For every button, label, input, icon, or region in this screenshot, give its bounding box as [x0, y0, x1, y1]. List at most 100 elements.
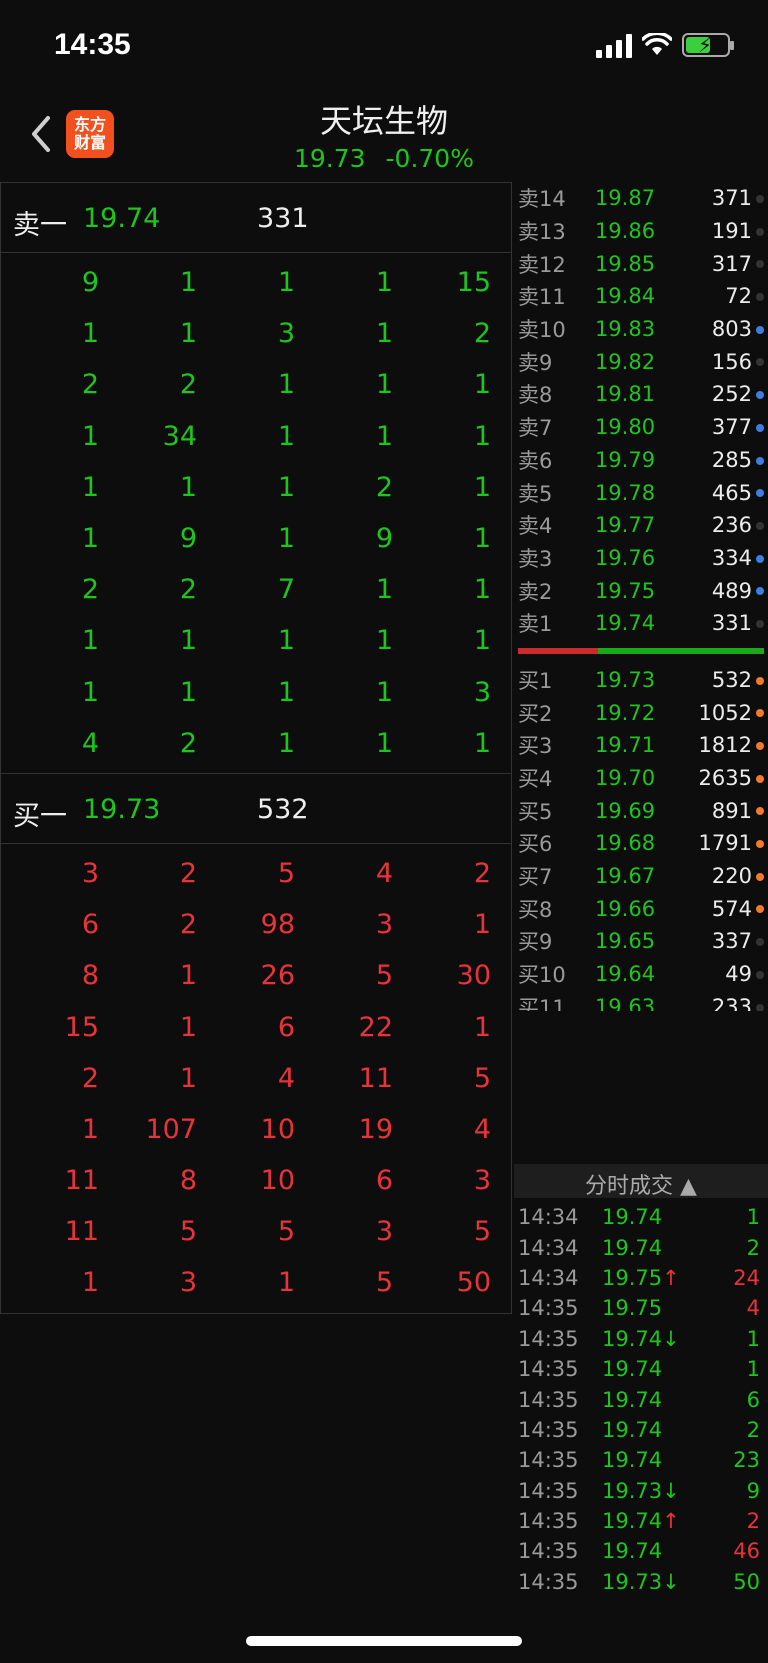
- queue-cell: 1: [375, 318, 393, 350]
- book-level-row[interactable]: 买1 19.73 532: [514, 664, 768, 697]
- queue-cell: 1: [375, 625, 393, 657]
- trade-row: 14:35 19.73↓ 9: [514, 1476, 768, 1506]
- book-level-price: 19.78: [594, 480, 656, 505]
- trade-row: 14:34 19.74 2: [514, 1232, 768, 1262]
- book-level-price: 19.80: [594, 415, 656, 440]
- queue-cell: 2: [473, 857, 491, 889]
- trade-price: 19.74: [602, 1357, 663, 1382]
- trade-price: 19.74: [602, 1387, 663, 1412]
- book-level-row[interactable]: 卖13 19.86 191: [514, 215, 768, 248]
- book-level-volume: 337: [711, 929, 752, 954]
- queue-cell: 3: [179, 1267, 197, 1299]
- ask-queue-grid: 9 1 1 1 15 1 1 3 1 2 2 2 1 1 1 1 34 1 1 1 1 1 1 2 1 1 9 1 9 1 2 2 7 1 1 1 1 1…: [0, 253, 512, 774]
- book-level-row[interactable]: 卖11 19.84 72: [514, 280, 768, 313]
- queue-dot-icon: [756, 840, 764, 849]
- book-level-row[interactable]: 卖14 19.87 371: [514, 182, 768, 215]
- book-level-row[interactable]: 买11 19.63 233: [514, 991, 768, 1011]
- book-level-row[interactable]: 买4 19.70 2635: [514, 762, 768, 795]
- battery-icon: ⚡: [682, 33, 734, 57]
- trade-price: 19.74: [602, 1539, 663, 1564]
- queue-cell: 2: [179, 574, 197, 606]
- book-level-row[interactable]: 卖9 19.82 156: [514, 345, 768, 378]
- book-level-label: 买5: [518, 799, 553, 824]
- queue-cell: 10: [260, 1165, 295, 1197]
- queue-row: 1 1 1 2 1: [1, 462, 511, 513]
- book-level-row[interactable]: 卖6 19.79 285: [514, 444, 768, 477]
- queue-cell: 1: [81, 420, 99, 452]
- queue-dot-icon: [756, 709, 764, 718]
- queue-cell: 4: [473, 1113, 491, 1145]
- book-level-label: 卖6: [518, 448, 553, 473]
- book-level-price: 19.86: [594, 219, 656, 244]
- queue-cell: 2: [473, 318, 491, 350]
- trade-time: 14:35: [518, 1296, 579, 1321]
- book-level-row[interactable]: 买9 19.65 337: [514, 925, 768, 958]
- queue-cell: 1: [81, 471, 99, 503]
- queue-cell: 3: [375, 1216, 393, 1248]
- book-level-label: 买11: [518, 995, 566, 1011]
- time-sales-header[interactable]: 分时成交 ▲: [514, 1164, 768, 1199]
- book-level-row[interactable]: 卖7 19.80 377: [514, 411, 768, 444]
- book-level-row[interactable]: 卖1 19.74 331: [514, 607, 768, 640]
- book-level-row[interactable]: 买5 19.69 891: [514, 794, 768, 827]
- trade-row: 14:35 19.75 4: [514, 1293, 768, 1323]
- trade-price: 19.74: [602, 1205, 663, 1230]
- trade-volume: 1: [746, 1205, 760, 1230]
- queue-cell: 1: [277, 1267, 295, 1299]
- queue-cell: 2: [179, 727, 197, 759]
- book-level-row[interactable]: 买6 19.68 1791: [514, 827, 768, 860]
- queue-row: 3 2 5 4 2: [1, 848, 511, 899]
- book-level-volume: 377: [711, 415, 752, 440]
- stock-change: -0.70%: [385, 144, 474, 173]
- trade-row: 14:35 19.74 2: [514, 1415, 768, 1445]
- book-level-label: 买1: [518, 668, 553, 693]
- book-level-row[interactable]: 卖4 19.77 236: [514, 509, 768, 542]
- trade-volume: 6: [746, 1387, 760, 1412]
- book-level-volume: 803: [711, 317, 752, 342]
- book-level-label: 卖1: [518, 612, 553, 637]
- book-level-price: 19.66: [594, 896, 656, 921]
- book-level-price: 19.65: [594, 929, 656, 954]
- time-sales-list: 14:34 19.74 1 14:34 19.74 2 14:34 19.75↑ 24 14:35…: [514, 1202, 768, 1597]
- book-level-volume: 1791: [698, 831, 752, 856]
- best-bid-row[interactable]: 买一 19.73 532: [0, 773, 512, 844]
- book-level-label: 买9: [518, 930, 553, 955]
- queue-cell: 8: [81, 960, 99, 992]
- queue-cell: 1: [473, 909, 491, 941]
- book-level-row[interactable]: 卖8 19.81 252: [514, 378, 768, 411]
- book-level-row[interactable]: 卖2 19.75 489: [514, 574, 768, 607]
- queue-dot-icon: [756, 489, 764, 498]
- best-ask-row[interactable]: 卖一 19.74 331: [0, 183, 512, 253]
- queue-cell: 4: [375, 857, 393, 889]
- book-level-row[interactable]: 买8 19.66 574: [514, 892, 768, 925]
- queue-cell: 2: [81, 369, 99, 401]
- queue-dot-icon: [756, 554, 764, 563]
- queue-dot-icon: [756, 456, 764, 465]
- book-level-row[interactable]: 买2 19.72 1052: [514, 696, 768, 729]
- book-level-row[interactable]: 买3 19.71 1812: [514, 729, 768, 762]
- trade-volume: 1: [746, 1357, 760, 1382]
- book-level-row[interactable]: 卖12 19.85 317: [514, 247, 768, 280]
- trade-row: 14:35 19.74↓ 1: [514, 1324, 768, 1354]
- stock-header: 东方 财富 天坛生物 19.73 -0.70%: [0, 90, 768, 182]
- trade-row: 14:35 19.74 46: [514, 1536, 768, 1566]
- queue-cell: 1: [81, 318, 99, 350]
- book-level-row[interactable]: 买10 19.64 49: [514, 958, 768, 991]
- queue-row: 6 2 98 3 1: [1, 899, 511, 950]
- book-level-row[interactable]: 卖10 19.83 803: [514, 313, 768, 346]
- home-indicator[interactable]: [246, 1636, 522, 1646]
- book-level-row[interactable]: 买7 19.67 220: [514, 860, 768, 893]
- trade-volume: 2: [746, 1235, 760, 1260]
- queue-dot-icon: [756, 423, 764, 432]
- book-level-row[interactable]: 卖5 19.78 465: [514, 476, 768, 509]
- queue-cell: 1: [81, 625, 99, 657]
- book-level-volume: 72: [725, 284, 752, 309]
- trade-volume: 9: [746, 1478, 760, 1503]
- book-level-row[interactable]: 卖3 19.76 334: [514, 542, 768, 575]
- book-level-price: 19.81: [594, 382, 656, 407]
- book-level-label: 卖2: [518, 579, 553, 604]
- book-level-price: 19.82: [594, 349, 656, 374]
- queue-cell: 19: [358, 1113, 393, 1145]
- status-icons: ⚡: [596, 32, 734, 58]
- queue-cell: 2: [179, 909, 197, 941]
